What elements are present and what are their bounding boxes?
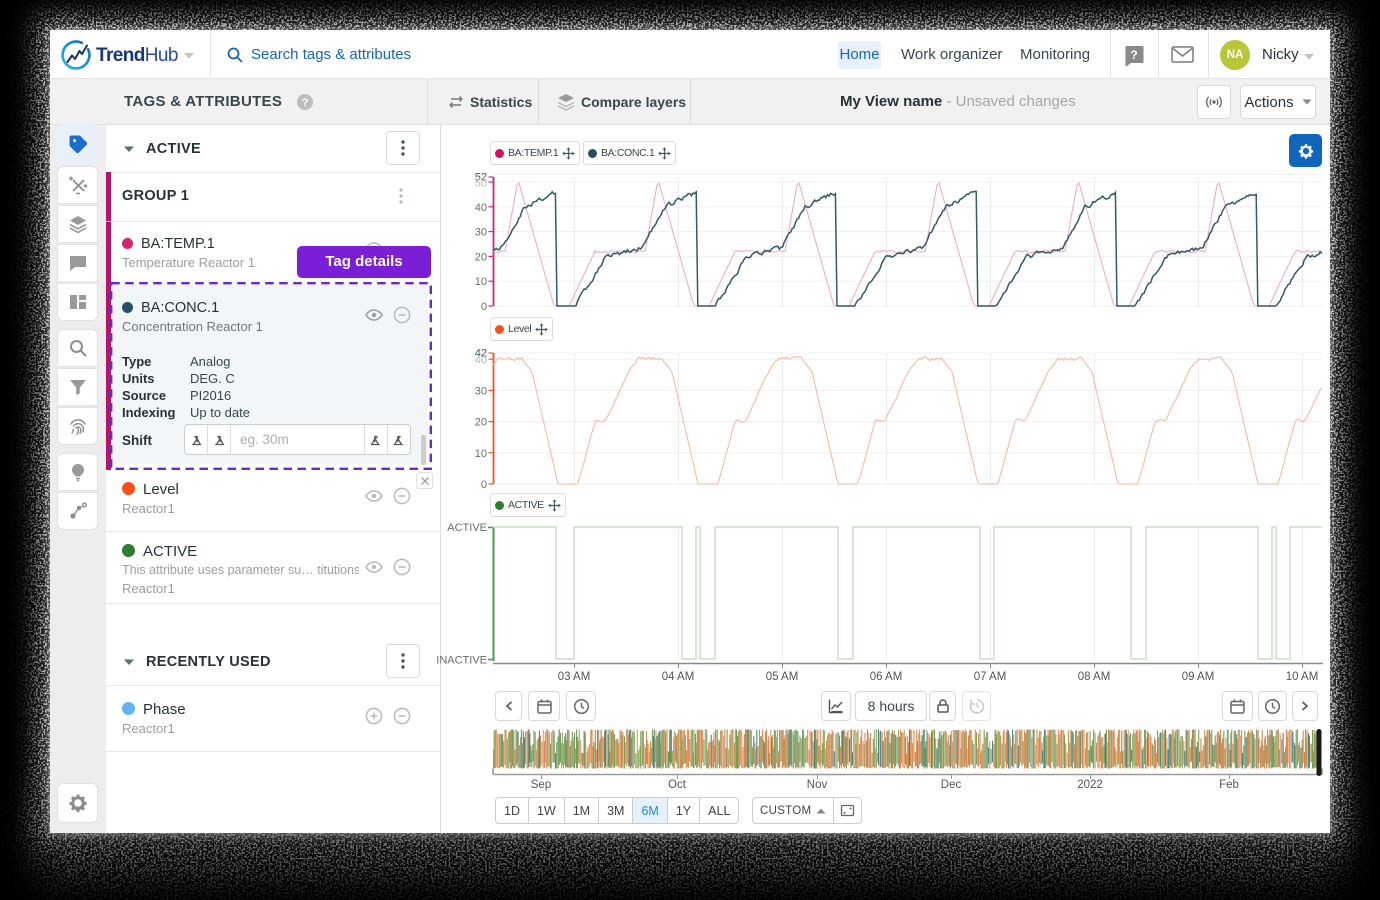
- svg-text:INACTIVE: INACTIVE: [436, 655, 487, 667]
- svg-text:08 AM: 08 AM: [1078, 671, 1111, 683]
- svg-text:Feb: Feb: [1219, 779, 1239, 791]
- svg-text:09 AM: 09 AM: [1182, 671, 1215, 683]
- svg-text:Sep: Sep: [531, 779, 551, 791]
- svg-text:10: 10: [475, 276, 487, 288]
- svg-text:03 AM: 03 AM: [558, 671, 591, 683]
- svg-text:Dec: Dec: [941, 779, 962, 791]
- svg-text:04 AM: 04 AM: [662, 671, 695, 683]
- svg-text:07 AM: 07 AM: [974, 671, 1007, 683]
- svg-text:20: 20: [475, 251, 487, 263]
- svg-text:50: 50: [475, 178, 487, 190]
- svg-text:40: 40: [475, 202, 487, 214]
- svg-text:10: 10: [475, 448, 487, 460]
- svg-text:06 AM: 06 AM: [870, 671, 903, 683]
- svg-text:0: 0: [481, 479, 487, 491]
- svg-text:30: 30: [475, 227, 487, 239]
- svg-text:2022: 2022: [1077, 779, 1103, 791]
- svg-text:40: 40: [475, 355, 487, 367]
- svg-text:ACTIVE: ACTIVE: [447, 522, 487, 534]
- svg-text:Oct: Oct: [668, 779, 687, 791]
- svg-text:30: 30: [475, 385, 487, 397]
- svg-text:20: 20: [475, 417, 487, 429]
- svg-text:05 AM: 05 AM: [766, 671, 799, 683]
- svg-text:10 AM: 10 AM: [1286, 671, 1319, 683]
- svg-text:0: 0: [481, 301, 487, 313]
- svg-text:Nov: Nov: [807, 779, 828, 791]
